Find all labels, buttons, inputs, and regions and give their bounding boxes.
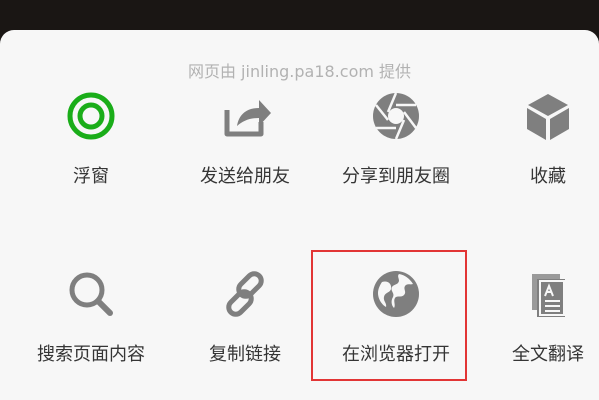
search-page-content-label: 搜索页面内容 (37, 344, 145, 365)
page-source-text: 网页由 jinling.pa18.com 提供 (187, 62, 412, 81)
favorite-label: 收藏 (530, 166, 566, 187)
moments-aperture-icon (373, 92, 419, 140)
copy-link-label: 复制链接 (209, 344, 281, 365)
search-icon (69, 272, 113, 316)
share-arrow-icon (224, 100, 271, 137)
send-to-friend-button[interactable]: 发送给朋友 (175, 88, 315, 188)
translate-document-icon (532, 274, 565, 317)
link-icon (226, 271, 264, 317)
highlight-annotation-box (311, 250, 467, 381)
search-page-content-button[interactable]: 搜索页面内容 (21, 266, 161, 366)
floating-window-label: 浮窗 (73, 166, 109, 187)
share-to-moments-label: 分享到朋友圈 (342, 166, 450, 187)
floating-window-icon (67, 92, 115, 140)
send-to-friend-label: 发送给朋友 (200, 166, 290, 187)
favorite-button[interactable]: 收藏 (478, 88, 599, 188)
copy-link-button[interactable]: 复制链接 (175, 266, 315, 366)
share-to-moments-button[interactable]: 分享到朋友圈 (326, 88, 466, 188)
floating-window-button[interactable]: 浮窗 (21, 88, 161, 188)
full-text-translate-label: 全文翻译 (512, 344, 584, 365)
full-text-translate-button[interactable]: 全文翻译 (478, 266, 599, 366)
favorite-cube-icon (527, 94, 569, 140)
